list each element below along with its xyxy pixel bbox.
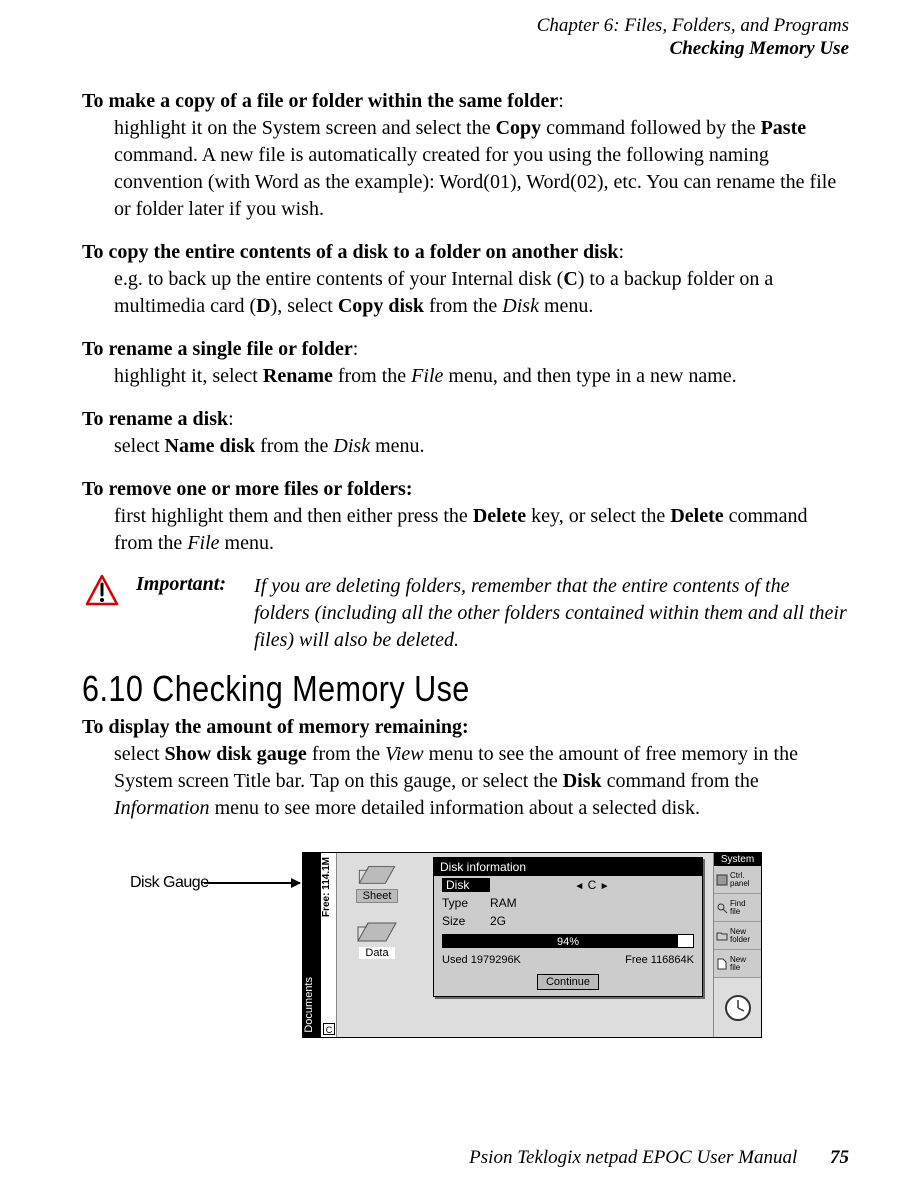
paragraph-remove: To remove one or more files or folders: … [82,476,849,557]
lead: To rename a disk [82,408,228,430]
page-footer: Psion Teklogix netpad EPOC User Manual 7… [469,1147,849,1169]
important-note: Important: If you are deleting folders, … [82,573,849,654]
sheet-folder-icon[interactable]: Sheet [345,861,409,903]
body: e.g. to back up the entire contents of y… [114,266,849,320]
page-number: 75 [830,1147,849,1168]
lead: To make a copy of a file or folder withi… [82,90,558,112]
page-content: To make a copy of a file or folder withi… [82,88,849,852]
gauge-text: Free: 114.1M [321,857,336,917]
dialog-title: Disk information [434,858,702,876]
type-key: Type [442,896,490,910]
body: select Name disk from the Disk menu. [114,433,849,460]
desktop-area: Sheet Data Disk information Disk ◄ C [337,853,713,1037]
body: highlight it on the System screen and se… [114,115,849,223]
left-arrow-icon[interactable]: ◄ [574,881,584,892]
drive-indicator: C [323,1023,335,1035]
disk-info-dialog: Disk information Disk ◄ C ► Type RAM [433,857,703,997]
lead: To rename a single file or folder [82,338,353,360]
free-text: Free 116864K [625,954,694,966]
data-folder-icon[interactable]: Data [345,917,409,959]
type-value: RAM [490,896,517,910]
warning-icon [82,573,122,654]
paragraph-copy-disk: To copy the entire contents of a disk to… [82,239,849,320]
size-value: 2G [490,914,506,928]
section-line: Checking Memory Use [537,38,849,61]
footer-title: Psion Teklogix netpad EPOC User Manual [469,1147,797,1168]
clock-icon[interactable] [714,978,761,1037]
ctrl-panel-button[interactable]: Ctrl. panel [714,866,761,894]
body: first highlight them and then either pre… [114,503,849,557]
right-arrow-icon[interactable]: ► [600,881,610,892]
new-file-button[interactable]: New file [714,950,761,978]
body: select Show disk gauge from the View men… [114,741,849,822]
running-header: Chapter 6: Files, Folders, and Programs … [537,15,849,61]
size-key: Size [442,914,490,928]
find-file-button[interactable]: Find file [714,894,761,922]
used-text: Used 1979296K [442,954,521,966]
paragraph-rename-disk: To rename a disk: select Name disk from … [82,406,849,460]
data-label: Data [359,947,394,959]
arrow-icon [204,882,300,884]
important-text: If you are deleting folders, remember th… [254,573,849,654]
documents-bar[interactable]: Documents [303,853,321,1037]
control-panel-icon [716,874,728,886]
folder-icon [716,930,728,942]
body: highlight it, select Rename from the Fil… [114,363,849,390]
lead: To remove one or more files or folders: [82,478,413,500]
lead: To display the amount of memory remainin… [82,716,469,738]
paragraph-rename-file: To rename a single file or folder: highl… [82,336,849,390]
continue-button[interactable]: Continue [537,974,599,990]
disk-key: Disk [442,878,490,892]
system-sidebar: System Ctrl. panel Find file New folder … [713,853,761,1037]
epoc-screenshot: Documents Free: 114.1M C Sheet Data [302,852,762,1038]
disk-selector[interactable]: ◄ C ► [490,878,694,892]
section-heading: 6.10 Checking Memory Use [82,668,734,710]
important-label: Important: [136,573,240,654]
new-folder-button[interactable]: New folder [714,922,761,950]
paragraph-copy-same-folder: To make a copy of a file or folder withi… [82,88,849,223]
usage-bar: 94% [442,934,694,948]
find-icon [716,902,728,914]
disk-gauge[interactable]: Free: 114.1M C [321,853,337,1037]
chapter-line: Chapter 6: Files, Folders, and Programs [537,15,849,38]
usage-percent: 94% [443,935,693,949]
figure-label: Disk Gauge [130,874,209,892]
documents-label: Documents [303,975,321,1033]
paragraph-display-memory: To display the amount of memory remainin… [82,714,849,822]
lead: To copy the entire contents of a disk to… [82,241,619,263]
sheet-label: Sheet [356,889,399,903]
file-icon [716,958,728,970]
system-header: System [714,853,761,866]
